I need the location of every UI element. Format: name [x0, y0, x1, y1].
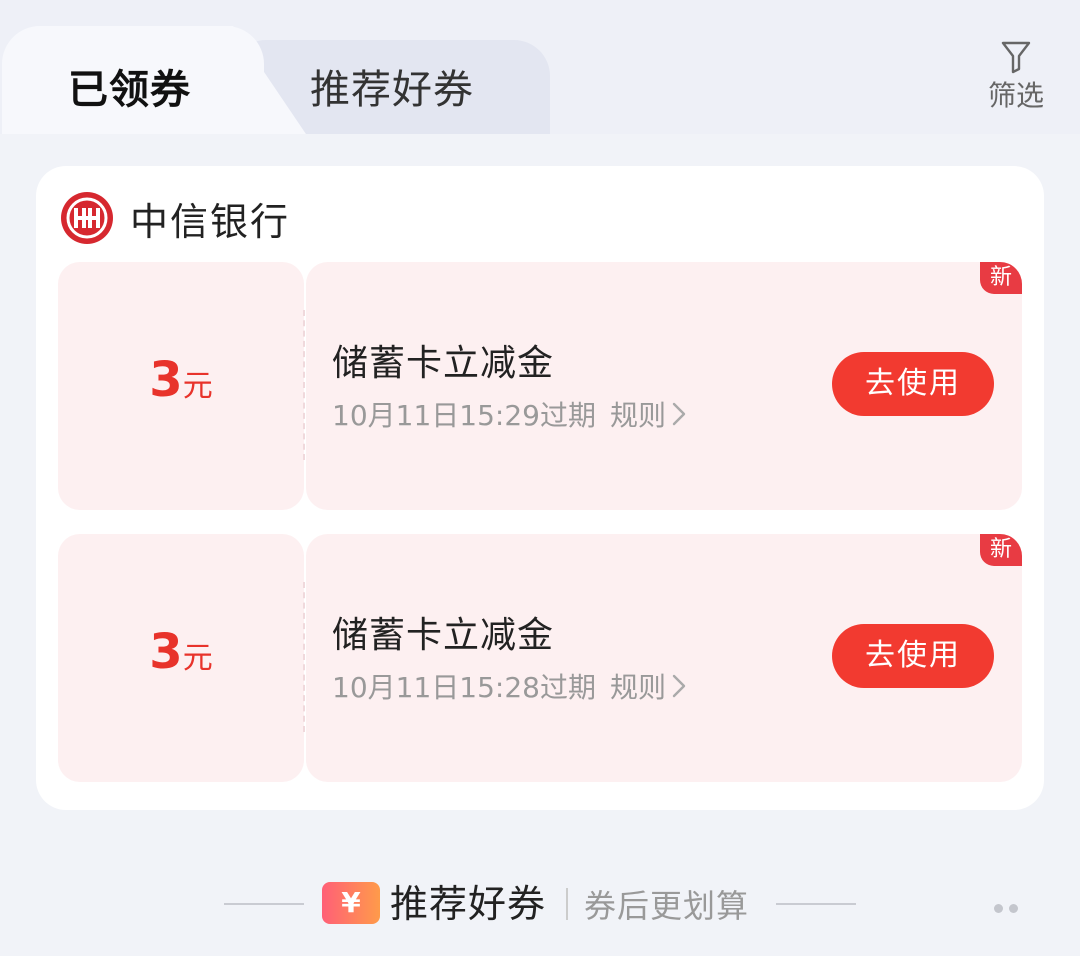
coupon-amount-unit: 元 — [182, 369, 213, 404]
tab-received[interactable]: 已领券 — [68, 64, 191, 116]
bank-coupon-card: 中信银行 3元 储蓄卡立减金 10月11日15:29过期 规则 去使用 新 3元… — [36, 166, 1044, 810]
chevron-right-icon — [672, 674, 686, 698]
more-dots-icon[interactable] — [994, 898, 1024, 913]
coupon-meta: 10月11日15:29过期 规则 — [332, 394, 688, 434]
coupon-amount-panel: 3元 — [58, 534, 304, 782]
coupon-amount-panel: 3元 — [58, 262, 304, 510]
bank-header: 中信银行 — [60, 190, 290, 246]
coupon-meta: 10月11日15:28过期 规则 — [332, 666, 688, 706]
coupon-dashed-divider — [303, 310, 305, 460]
tab-recommend[interactable]: 推荐好券 — [310, 64, 474, 116]
use-coupon-button[interactable]: 去使用 — [832, 624, 994, 688]
coupon-detail-panel: 储蓄卡立减金 10月11日15:29过期 规则 去使用 新 — [306, 262, 1022, 510]
coupon-amount: 3元 — [58, 350, 304, 410]
coupon-rule-link[interactable]: 规则 — [610, 666, 666, 706]
filter-label: 筛选 — [987, 79, 1044, 112]
coupon-item[interactable]: 3元 储蓄卡立减金 10月11日15:29过期 规则 去使用 新 — [58, 262, 1022, 510]
coupon-expiry: 10月11日15:29过期 — [332, 399, 596, 432]
new-badge: 新 — [980, 534, 1022, 566]
coupon-detail-panel: 储蓄卡立减金 10月11日15:28过期 规则 去使用 新 — [306, 534, 1022, 782]
coupon-amount: 3元 — [58, 622, 304, 682]
coupon-amount-unit: 元 — [182, 641, 213, 676]
filter-button[interactable]: 筛选 — [976, 40, 1056, 124]
coupon-rule-link[interactable]: 规则 — [610, 394, 666, 434]
coupon-dashed-divider — [303, 582, 305, 732]
coupon-title: 储蓄卡立减金 — [332, 615, 555, 656]
recommend-separator — [566, 888, 568, 920]
new-badge: 新 — [980, 262, 1022, 294]
chevron-right-icon — [672, 402, 686, 426]
tab-bar: 已领券 推荐好券 筛选 — [0, 0, 1080, 140]
divider-line-left — [224, 903, 304, 905]
coupon-item[interactable]: 3元 储蓄卡立减金 10月11日15:28过期 规则 去使用 新 — [58, 534, 1022, 782]
recommend-title: 推荐好券 — [390, 882, 547, 926]
coupon-title: 储蓄卡立减金 — [332, 343, 555, 384]
recommend-subtitle: 券后更划算 — [584, 887, 750, 925]
filter-funnel-icon — [1001, 41, 1031, 74]
coupon-amount-value: 3 — [149, 624, 183, 680]
coupon-ticket-icon: ¥ — [322, 882, 380, 924]
coupon-amount-value: 3 — [149, 352, 183, 408]
recommend-section-header: ¥ 推荐好券 券后更划算 — [0, 868, 1080, 940]
divider-line-right — [776, 903, 856, 905]
citic-bank-logo — [61, 192, 113, 244]
bank-name: 中信银行 — [130, 199, 291, 244]
coupon-expiry: 10月11日15:28过期 — [332, 671, 596, 704]
use-coupon-button[interactable]: 去使用 — [832, 352, 994, 416]
